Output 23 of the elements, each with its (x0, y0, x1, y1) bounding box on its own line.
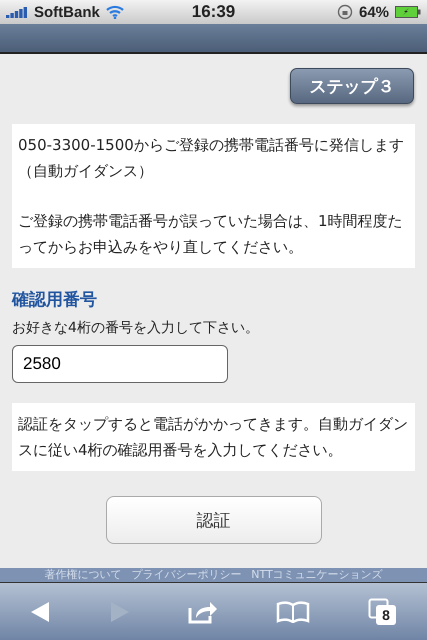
footer-link[interactable]: 著作権について (44, 568, 122, 581)
bookmarks-button[interactable] (276, 600, 310, 622)
battery-charging-icon (395, 6, 422, 18)
back-button[interactable] (28, 600, 51, 624)
share-button[interactable] (188, 600, 218, 624)
wifi-icon (106, 5, 124, 19)
footer-link[interactable]: プライバシーポリシー (131, 568, 242, 581)
info-text: ご登録の携帯電話番号が誤っていた場合は、1時間程度たってからお申込みをやり直してください。 (18, 211, 404, 258)
clock-time: 16:39 (192, 2, 236, 22)
footer-link[interactable]: NTTコミュニケーションズ (251, 568, 383, 581)
battery-percent: 64% (358, 4, 390, 20)
step-button[interactable]: ステップ３ (290, 68, 414, 104)
note-text: 認証をタップすると電話がかかってきます。自動ガイダンスに従い4桁の確認用番号を入力してください。 (18, 414, 409, 461)
carrier-name: SoftBank (34, 4, 100, 20)
input-field[interactable]: 2580 (12, 345, 228, 383)
submit-button[interactable]: 認証 (106, 496, 322, 544)
signal-icon (6, 6, 28, 18)
rotation-lock-icon (336, 4, 353, 20)
tabs-button[interactable]: 8 (368, 598, 398, 626)
field-label: 確認用番号 (12, 289, 98, 311)
info-text: 050-3300-1500からご登録の携帯電話番号に発信します (18, 135, 405, 156)
field-hint: お好きな4桁の番号を入力して下さい。 (12, 319, 260, 337)
info-text: （自動ガイダンス） (18, 161, 154, 182)
